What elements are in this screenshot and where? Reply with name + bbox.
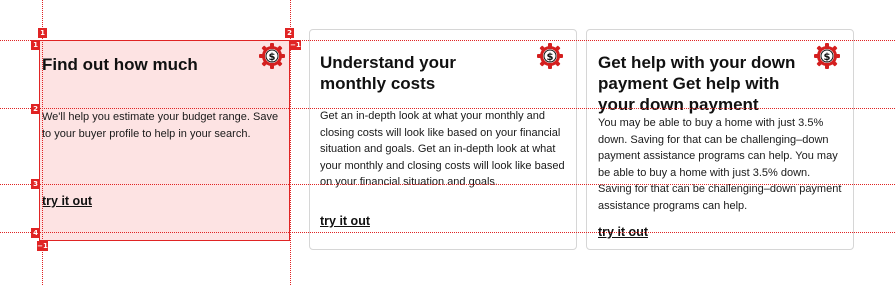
try-it-out-link[interactable]: try it out [320, 214, 370, 228]
svg-text:$: $ [824, 52, 831, 63]
guide-marker: 1 [31, 40, 40, 50]
card-title: Find out how much [42, 55, 198, 74]
guide-line-row-3 [0, 184, 895, 185]
card-description: You may be able to buy a home with just … [598, 117, 842, 212]
svg-text:$: $ [269, 52, 276, 63]
svg-text:$: $ [547, 52, 554, 63]
card-title: Get help with your down payment Get help… [598, 53, 796, 114]
guide-marker: −1 [37, 241, 48, 251]
dollar-gear-icon: $ [259, 43, 285, 69]
try-it-out-link[interactable]: try it out [42, 194, 92, 208]
card-title: Understand your monthly costs [320, 53, 457, 93]
guide-marker: 2 [31, 104, 40, 114]
card-find-out-how-much[interactable]: Find out how much We'll help you estimat… [39, 40, 290, 241]
guide-line-top [0, 40, 895, 41]
guide-line-row-2 [0, 108, 895, 109]
dollar-gear-icon: $ [537, 43, 563, 69]
dollar-gear-icon: $ [814, 43, 840, 69]
guide-marker: 4 [31, 228, 40, 238]
card-description: We'll help you estimate your budget rang… [42, 111, 279, 140]
guide-marker: 3 [31, 179, 40, 189]
guide-marker: 1 [38, 28, 47, 38]
guide-marker: −1 [290, 40, 301, 50]
card-description: Get an in-depth look at what your monthl… [320, 110, 565, 188]
guide-line-row-4 [0, 232, 895, 233]
guide-marker: 2 [285, 28, 294, 38]
